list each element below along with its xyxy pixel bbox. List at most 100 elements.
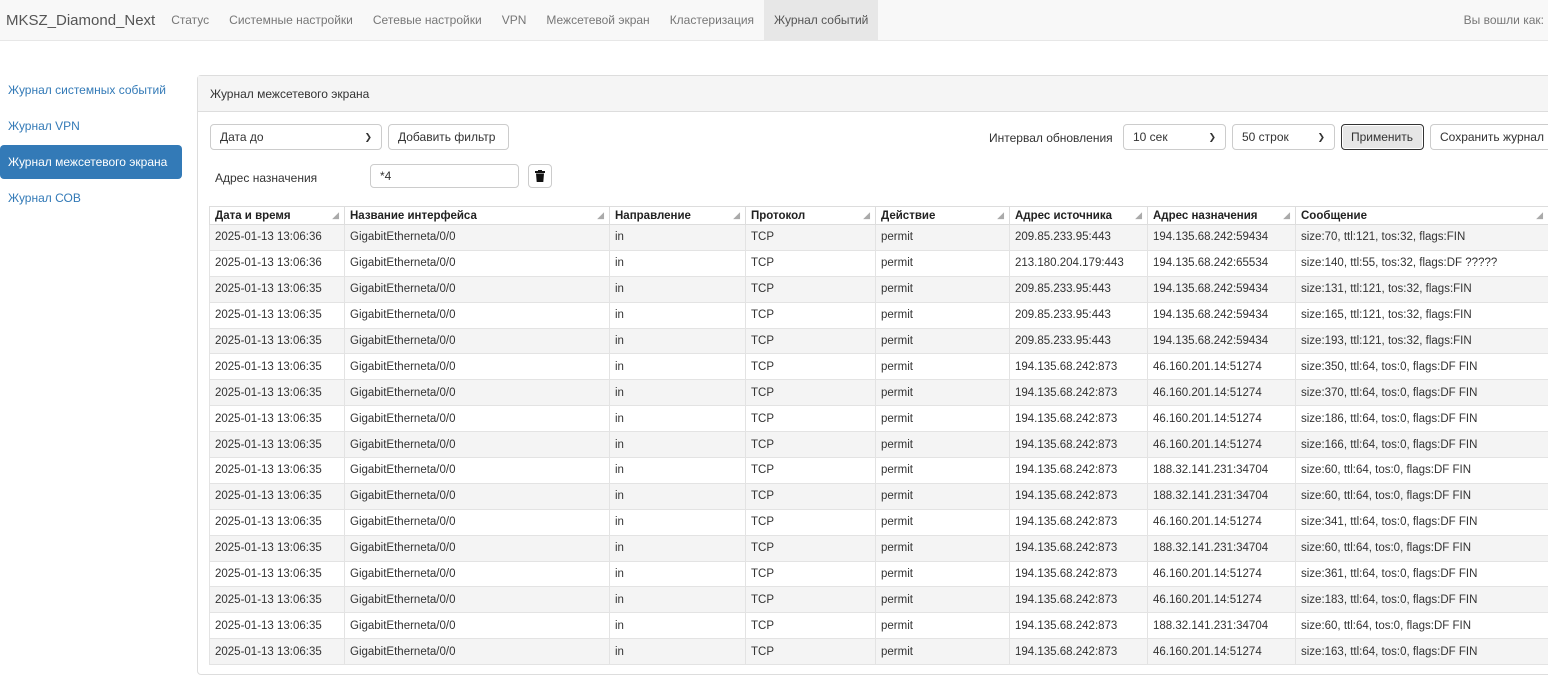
cell-direction: in [610,432,746,458]
cell-protocol: TCP [746,354,876,380]
cell-interface: GigabitEtherneta/0/0 [345,225,610,251]
cell-direction: in [610,535,746,561]
table-row[interactable]: 2025-01-13 13:06:35GigabitEtherneta/0/0i… [210,509,1548,535]
table-row[interactable]: 2025-01-13 13:06:35GigabitEtherneta/0/0i… [210,406,1548,432]
column-header-action[interactable]: Действие◢ [876,207,1010,225]
cell-destination: 194.135.68.242:59434 [1148,328,1296,354]
brand-title[interactable]: MKSZ_Diamond_Next [0,0,155,40]
cell-destination: 46.160.201.14:51274 [1148,432,1296,458]
cell-source: 194.135.68.242:873 [1010,380,1148,406]
column-header-message[interactable]: Сообщение◢ [1296,207,1548,225]
cell-protocol: TCP [746,380,876,406]
cell-source: 194.135.68.242:873 [1010,587,1148,613]
cell-interface: GigabitEtherneta/0/0 [345,406,610,432]
cell-destination: 194.135.68.242:59434 [1148,302,1296,328]
cell-direction: in [610,354,746,380]
cell-interface: GigabitEtherneta/0/0 [345,250,610,276]
nav-system-settings[interactable]: Системные настройки [219,0,363,40]
table-row[interactable]: 2025-01-13 13:06:35GigabitEtherneta/0/0i… [210,354,1548,380]
cell-direction: in [610,639,746,665]
cell-action: permit [876,458,1010,484]
nav-firewall[interactable]: Межсетевой экран [536,0,659,40]
sidebar-item-ids-log[interactable]: Журнал СОВ [0,181,182,215]
table-row[interactable]: 2025-01-13 13:06:35GigabitEtherneta/0/0i… [210,535,1548,561]
cell-destination: 46.160.201.14:51274 [1148,354,1296,380]
cell-action: permit [876,613,1010,639]
refresh-interval-select[interactable]: 10 сек ❯ [1123,124,1226,150]
cell-source: 194.135.68.242:873 [1010,613,1148,639]
chevron-down-icon: ❯ [1208,132,1216,143]
column-header-source[interactable]: Адрес источника◢ [1010,207,1148,225]
cell-interface: GigabitEtherneta/0/0 [345,380,610,406]
cell-source: 194.135.68.242:873 [1010,561,1148,587]
table-row[interactable]: 2025-01-13 13:06:35GigabitEtherneta/0/0i… [210,613,1548,639]
table-row[interactable]: 2025-01-13 13:06:36GigabitEtherneta/0/0i… [210,225,1548,251]
cell-destination: 188.32.141.231:34704 [1148,483,1296,509]
cell-protocol: TCP [746,535,876,561]
cell-source: 209.85.233.95:443 [1010,328,1148,354]
cell-direction: in [610,509,746,535]
table-row[interactable]: 2025-01-13 13:06:35GigabitEtherneta/0/0i… [210,483,1548,509]
cell-message: size:140, ttl:55, tos:32, flags:DF ????? [1296,250,1548,276]
chevron-down-icon: ❯ [1317,132,1325,143]
cell-action: permit [876,639,1010,665]
table-row[interactable]: 2025-01-13 13:06:35GigabitEtherneta/0/0i… [210,380,1548,406]
table-row[interactable]: 2025-01-13 13:06:35GigabitEtherneta/0/0i… [210,276,1548,302]
sort-icon: ◢ [1135,210,1142,221]
cell-datetime: 2025-01-13 13:06:35 [210,328,345,354]
dest-filter-input[interactable]: *4 [370,164,519,188]
filter-select[interactable]: Дата до ❯ [210,124,382,150]
cell-datetime: 2025-01-13 13:06:35 [210,587,345,613]
column-header-interface[interactable]: Название интерфейса◢ [345,207,610,225]
column-header-datetime[interactable]: Дата и время◢ [210,207,345,225]
cell-action: permit [876,250,1010,276]
table-row[interactable]: 2025-01-13 13:06:35GigabitEtherneta/0/0i… [210,639,1548,665]
sidebar-item-firewall-log[interactable]: Журнал межсетевого экрана [0,145,182,179]
cell-destination: 46.160.201.14:51274 [1148,406,1296,432]
cell-protocol: TCP [746,250,876,276]
cell-protocol: TCP [746,328,876,354]
cell-source: 209.85.233.95:443 [1010,225,1148,251]
cell-direction: in [610,250,746,276]
table-row[interactable]: 2025-01-13 13:06:35GigabitEtherneta/0/0i… [210,587,1548,613]
rows-count-select[interactable]: 50 строк ❯ [1232,124,1335,150]
cell-protocol: TCP [746,483,876,509]
table-row[interactable]: 2025-01-13 13:06:35GigabitEtherneta/0/0i… [210,432,1548,458]
add-filter-button[interactable]: Добавить фильтр [388,124,509,150]
table-row[interactable]: 2025-01-13 13:06:36GigabitEtherneta/0/0i… [210,250,1548,276]
nav-network-settings[interactable]: Сетевые настройки [363,0,492,40]
column-header-protocol[interactable]: Протокол◢ [746,207,876,225]
cell-action: permit [876,406,1010,432]
table-row[interactable]: 2025-01-13 13:06:35GigabitEtherneta/0/0i… [210,302,1548,328]
table-row[interactable]: 2025-01-13 13:06:35GigabitEtherneta/0/0i… [210,328,1548,354]
panel-title: Журнал межсетевого экрана [198,76,1548,112]
nav-vpn[interactable]: VPN [492,0,537,40]
save-log-button[interactable]: Сохранить журнал [1430,124,1548,150]
rows-count-value: 50 строк [1242,130,1289,144]
cell-interface: GigabitEtherneta/0/0 [345,639,610,665]
sidebar-item-vpn-log[interactable]: Журнал VPN [0,109,182,143]
sidebar-item-system-log[interactable]: Журнал системных событий [0,73,182,107]
cell-message: size:361, ttl:64, tos:0, flags:DF FIN [1296,561,1548,587]
table-row[interactable]: 2025-01-13 13:06:35GigabitEtherneta/0/0i… [210,458,1548,484]
nav-status[interactable]: Статус [161,0,219,40]
sort-icon: ◢ [863,210,870,221]
column-header-direction[interactable]: Направление◢ [610,207,746,225]
cell-destination: 194.135.68.242:65534 [1148,250,1296,276]
sidebar: Журнал системных событий Журнал VPN Журн… [0,73,182,217]
table-row[interactable]: 2025-01-13 13:06:35GigabitEtherneta/0/0i… [210,561,1548,587]
remove-filter-button[interactable] [528,164,552,188]
cell-protocol: TCP [746,276,876,302]
nav-event-log[interactable]: Журнал событий [764,0,878,40]
nav-clustering[interactable]: Кластеризация [660,0,764,40]
cell-message: size:60, ttl:64, tos:0, flags:DF FIN [1296,535,1548,561]
cell-direction: in [610,380,746,406]
apply-button[interactable]: Применить [1341,124,1424,150]
logged-in-label[interactable]: Вы вошли как: [1464,0,1548,40]
cell-action: permit [876,561,1010,587]
cell-datetime: 2025-01-13 13:06:35 [210,535,345,561]
cell-datetime: 2025-01-13 13:06:35 [210,613,345,639]
column-header-destination[interactable]: Адрес назначения◢ [1148,207,1296,225]
cell-message: size:341, ttl:64, tos:0, flags:DF FIN [1296,509,1548,535]
cell-datetime: 2025-01-13 13:06:35 [210,483,345,509]
